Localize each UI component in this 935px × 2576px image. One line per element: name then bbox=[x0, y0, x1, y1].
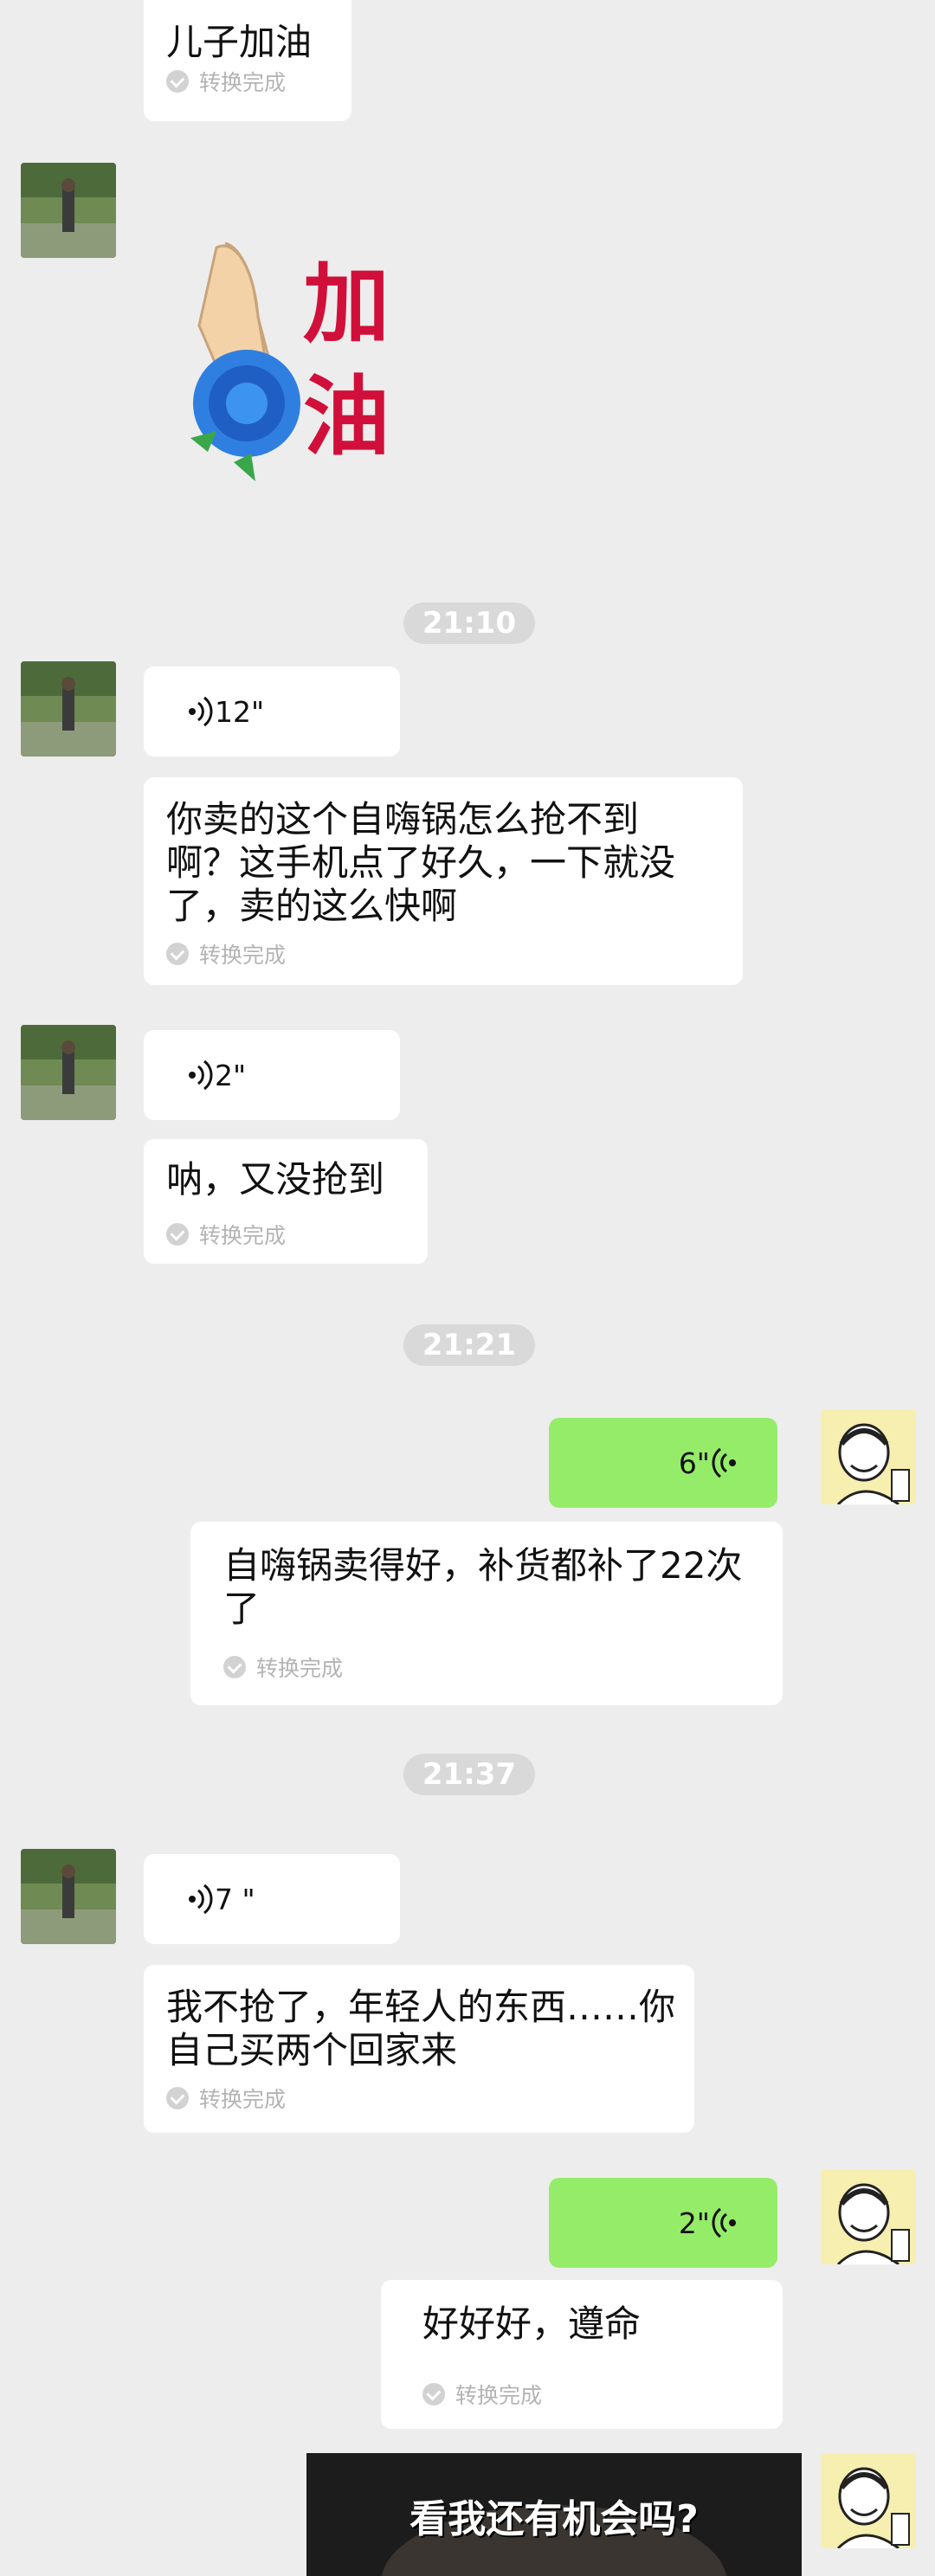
conversion-status-label: 转换完成 bbox=[199, 70, 287, 95]
voice-duration: 2" bbox=[187, 1058, 246, 1092]
voice-wave-icon bbox=[189, 696, 213, 727]
message-text: 好好好，遵命 bbox=[422, 2302, 642, 2345]
message-bubble[interactable]: 自嗨锅卖得好，补货都补了22次了 转换完成 bbox=[190, 1522, 783, 1705]
my-voice-message[interactable]: 2" bbox=[549, 2178, 777, 2268]
image-message[interactable]: 看我还有机会吗? bbox=[306, 2453, 802, 2576]
voice-duration: 6" bbox=[679, 1446, 738, 1480]
my-voice-message[interactable]: 6" bbox=[549, 1418, 777, 1508]
timestamp: 21:10 bbox=[403, 602, 535, 644]
message-text: 儿子加油 bbox=[166, 21, 313, 63]
voice-duration-label: 12" bbox=[215, 694, 265, 729]
message-bubble[interactable]: 我不抢了，年轻人的东西……你自己买两个回家来 转换完成 bbox=[144, 1965, 694, 2133]
contact-avatar[interactable] bbox=[21, 1849, 116, 1944]
voice-duration-label: 2" bbox=[215, 1058, 247, 1092]
svg-text:油: 油 bbox=[303, 365, 390, 467]
voice-duration: 12" bbox=[187, 694, 264, 729]
check-icon bbox=[166, 1223, 189, 1246]
conversion-status: 转换完成 bbox=[166, 66, 286, 97]
timestamp: 21:37 bbox=[403, 1754, 535, 1795]
message-text: 自嗨锅卖得好，补货都补了22次了 bbox=[223, 1544, 743, 1630]
check-icon bbox=[166, 70, 189, 93]
message-text: 呐，又没抢到 bbox=[166, 1158, 385, 1201]
conversion-status-label: 转换完成 bbox=[199, 1223, 287, 1248]
message-text: 你卖的这个自嗨锅怎么抢不到啊？这手机点了好久，一下就没了，卖的这么快啊 bbox=[166, 798, 676, 927]
voice-duration: 2" bbox=[679, 2206, 738, 2240]
conversion-status: 转换完成 bbox=[223, 1652, 343, 1683]
message-bubble[interactable]: 好好好，遵命 转换完成 bbox=[381, 2280, 783, 2429]
voice-message[interactable]: 12" bbox=[144, 667, 400, 757]
message-bubble[interactable]: 儿子加油 转换完成 bbox=[144, 0, 351, 121]
conversion-status: 转换完成 bbox=[422, 2379, 542, 2410]
check-icon bbox=[422, 2383, 445, 2405]
image-caption: 看我还有机会吗? bbox=[409, 2497, 699, 2541]
conversion-status-label: 转换完成 bbox=[256, 1656, 344, 1681]
voice-duration: 7 " bbox=[187, 1882, 255, 1916]
contact-avatar[interactable] bbox=[21, 661, 116, 757]
my-avatar[interactable] bbox=[821, 2169, 916, 2264]
voice-duration-label: 6" bbox=[678, 1446, 710, 1480]
conversion-status-label: 转换完成 bbox=[199, 943, 287, 968]
voice-wave-icon bbox=[189, 1884, 213, 1915]
voice-wave-icon bbox=[712, 1447, 736, 1478]
sticker-text: 加 bbox=[303, 253, 390, 355]
contact-avatar[interactable] bbox=[21, 1025, 116, 1120]
check-icon bbox=[166, 2087, 189, 2109]
check-icon bbox=[166, 943, 189, 965]
my-avatar[interactable] bbox=[821, 2453, 916, 2548]
sticker-image[interactable]: 加 油 bbox=[173, 230, 433, 499]
message-bubble[interactable]: 你卖的这个自嗨锅怎么抢不到啊？这手机点了好久，一下就没了，卖的这么快啊 转换完成 bbox=[144, 777, 743, 985]
conversion-status-label: 转换完成 bbox=[455, 2383, 543, 2408]
conversion-status: 转换完成 bbox=[166, 938, 286, 969]
voice-message[interactable]: 7 " bbox=[144, 1854, 400, 1944]
message-text: 我不抢了，年轻人的东西……你自己买两个回家来 bbox=[166, 1986, 676, 2071]
voice-message[interactable]: 2" bbox=[144, 1030, 400, 1120]
voice-wave-icon bbox=[712, 2207, 736, 2238]
message-bubble[interactable]: 呐，又没抢到 转换完成 bbox=[144, 1139, 428, 1264]
voice-wave-icon bbox=[189, 1059, 213, 1091]
conversion-status: 转换完成 bbox=[166, 1219, 286, 1250]
timestamp: 21:21 bbox=[403, 1324, 535, 1366]
check-icon bbox=[223, 1656, 246, 1678]
conversion-status: 转换完成 bbox=[166, 2083, 286, 2114]
contact-avatar[interactable] bbox=[21, 163, 116, 258]
my-avatar[interactable] bbox=[821, 1409, 916, 1504]
voice-duration-label: 7 " bbox=[215, 1882, 255, 1916]
conversion-status-label: 转换完成 bbox=[199, 2087, 287, 2112]
voice-duration-label: 2" bbox=[678, 2206, 710, 2240]
